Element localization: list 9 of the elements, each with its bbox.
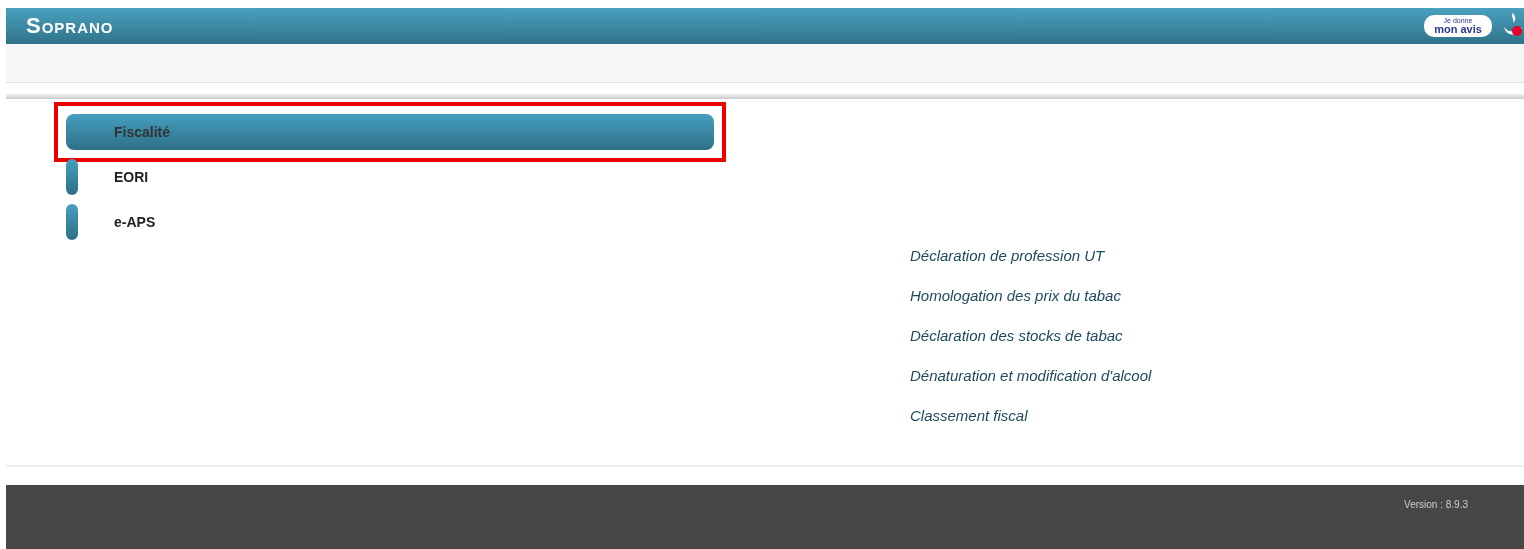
service-link[interactable]: Déclaration des stocks de tabac [910, 327, 1152, 345]
service-link[interactable]: Homologation des prix du tabac [910, 287, 1152, 305]
menu-item[interactable]: EORI [114, 169, 149, 185]
service-link[interactable]: Dénaturation et modification d'alcool [910, 367, 1152, 385]
service-link[interactable]: Déclaration de profession UT [910, 247, 1152, 265]
menu-item[interactable]: e-APS [114, 214, 156, 230]
version-text: Version : 8.9.3 [1404, 499, 1468, 512]
app-title: Soprano [26, 13, 114, 39]
service-link[interactable]: Classement fiscal [910, 407, 1152, 425]
